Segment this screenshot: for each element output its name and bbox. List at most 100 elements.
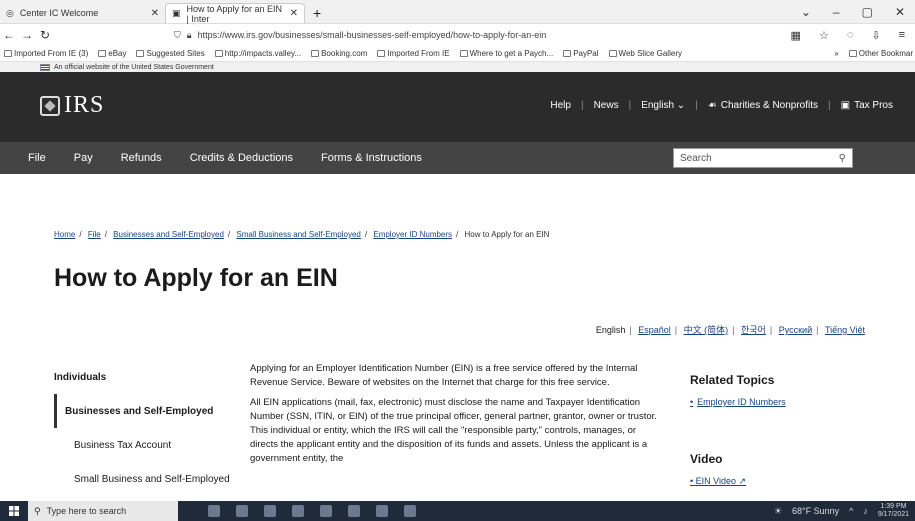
chevron-right-icon[interactable]: » bbox=[834, 49, 838, 58]
close-tab-icon[interactable]: ✕ bbox=[151, 8, 159, 19]
browser-tab[interactable]: ◎ Center IC Welcome ✕ bbox=[0, 3, 165, 23]
qr-icon[interactable]: ▦ bbox=[791, 29, 801, 42]
url-field[interactable]: ⛉ 🔒︎ https://www.irs.gov/businesses/smal… bbox=[174, 30, 791, 41]
sidenav-item-business-tax-account[interactable]: Business Tax Account bbox=[54, 428, 249, 462]
star-icon[interactable]: ☆ bbox=[819, 29, 829, 42]
close-window-icon[interactable]: ✕ bbox=[895, 5, 905, 19]
bookmark-item[interactable]: Other Bookmar bbox=[848, 49, 913, 58]
app-icon[interactable] bbox=[264, 505, 276, 517]
main-content: Applying for an Employer Identification … bbox=[250, 362, 660, 472]
related-link[interactable]: • Employer ID Numbers bbox=[690, 397, 890, 407]
nav-forms-instructions[interactable]: Forms & Instructions bbox=[321, 152, 422, 164]
window-controls: ⌄ – ▢ ✕ bbox=[801, 1, 915, 23]
sidenav-item-businesses[interactable]: Businesses and Self-Employed bbox=[54, 394, 249, 428]
side-nav: Individuals Businesses and Self-Employed… bbox=[54, 360, 249, 496]
folder-icon bbox=[848, 50, 857, 57]
page-title: How to Apply for an EIN bbox=[54, 264, 338, 292]
paypal-icon bbox=[563, 50, 572, 57]
language-dropdown[interactable]: English ⌄ bbox=[641, 100, 685, 111]
globe-icon bbox=[214, 50, 223, 57]
minimize-icon[interactable]: – bbox=[833, 5, 840, 19]
bookmark-item[interactable]: Imported From IE (3) bbox=[4, 49, 88, 58]
bookmark-item[interactable]: http://impacts.valley... bbox=[214, 49, 301, 58]
nav-refunds[interactable]: Refunds bbox=[121, 152, 162, 164]
tab-label: How to Apply for an EIN | Inter bbox=[186, 3, 283, 24]
tab-list-icon[interactable]: ⌄ bbox=[801, 5, 811, 19]
bookmark-item[interactable]: Imported From IE bbox=[377, 49, 450, 58]
lang-chinese[interactable]: 中文 (简体) bbox=[684, 325, 729, 335]
bookmark-item[interactable]: PayPal bbox=[563, 49, 599, 58]
maximize-icon[interactable]: ▢ bbox=[862, 5, 873, 19]
system-tray: ☀ 68°F Sunny ^ ♪ 1:39 PM 9/17/2021 bbox=[774, 503, 915, 519]
bookmarks-overflow: » Other Bookmar bbox=[834, 49, 915, 58]
taskbar-search[interactable]: ⚲ Type here to search bbox=[28, 501, 178, 521]
lang-spanish[interactable]: Español bbox=[638, 325, 671, 335]
search-icon: ⚲ bbox=[34, 505, 41, 516]
windows-taskbar: ⚲ Type here to search ☀ 68°F Sunny ^ ♪ 1… bbox=[0, 501, 915, 521]
menu-icon[interactable]: ≡ bbox=[899, 29, 905, 42]
app-icon[interactable] bbox=[236, 505, 248, 517]
search-placeholder: Search bbox=[680, 152, 712, 164]
bookmark-icon bbox=[459, 50, 468, 57]
nav-pay[interactable]: Pay bbox=[74, 152, 93, 164]
breadcrumb-employer-id[interactable]: Employer ID Numbers bbox=[373, 230, 452, 239]
bookmark-item[interactable]: Booking.com bbox=[311, 49, 367, 58]
browser-tab-active[interactable]: ▣ How to Apply for an EIN | Inter ✕ bbox=[165, 3, 305, 24]
folder-icon bbox=[608, 50, 617, 57]
volume-icon[interactable]: ♪ bbox=[863, 506, 868, 516]
app-icon[interactable] bbox=[292, 505, 304, 517]
search-icon[interactable]: ⚲ bbox=[839, 153, 846, 164]
clock[interactable]: 1:39 PM 9/17/2021 bbox=[878, 503, 909, 519]
charities-link[interactable]: ☙ Charities & Nonprofits bbox=[708, 100, 818, 111]
utility-links: Help | News | English ⌄ | ☙ Charities & N… bbox=[550, 100, 893, 111]
chrome-icon[interactable] bbox=[376, 505, 388, 517]
search-input[interactable]: Search ⚲ bbox=[673, 148, 853, 168]
forward-icon[interactable]: → bbox=[18, 28, 36, 42]
suggested-icon bbox=[136, 50, 145, 57]
breadcrumb-file[interactable]: File bbox=[88, 230, 101, 239]
chevron-up-icon[interactable]: ^ bbox=[849, 506, 853, 516]
nav-file[interactable]: File bbox=[28, 152, 46, 164]
breadcrumb-separator: / bbox=[79, 230, 82, 239]
bookmark-item[interactable]: Suggested Sites bbox=[136, 49, 205, 58]
bookmarks-bar: Imported From IE (3) eBay Suggested Site… bbox=[0, 46, 915, 62]
video-link[interactable]: • EIN Video ↗ bbox=[690, 476, 890, 487]
browser-tab-bar: ◎ Center IC Welcome ✕ ▣ How to Apply for… bbox=[0, 0, 915, 24]
breadcrumb-small-business[interactable]: Small Business and Self-Employed bbox=[236, 230, 361, 239]
divider: | bbox=[732, 325, 735, 335]
help-link[interactable]: Help bbox=[550, 100, 571, 111]
lang-russian[interactable]: Pусский bbox=[779, 325, 812, 335]
downloads-icon[interactable]: ⇩ bbox=[871, 29, 880, 42]
pocket-icon[interactable]: ◌ bbox=[847, 29, 854, 42]
start-button[interactable] bbox=[0, 501, 28, 521]
weather-text[interactable]: 68°F Sunny bbox=[792, 506, 839, 516]
reload-icon[interactable]: ↻ bbox=[36, 28, 54, 42]
tax-pros-link[interactable]: ▣ Tax Pros bbox=[841, 100, 893, 111]
bookmark-item[interactable]: Web Slice Gallery bbox=[608, 49, 682, 58]
bookmark-item[interactable]: Where to get a Paych... bbox=[459, 49, 553, 58]
app-icon[interactable] bbox=[320, 505, 332, 517]
briefcase-icon: ▣ bbox=[840, 100, 851, 111]
nav-credits-deductions[interactable]: Credits & Deductions bbox=[190, 152, 293, 164]
breadcrumb-home[interactable]: Home bbox=[54, 230, 75, 239]
breadcrumb: Home / File / Businesses and Self-Employed… bbox=[54, 230, 549, 239]
breadcrumb-businesses[interactable]: Businesses and Self-Employed bbox=[113, 230, 224, 239]
lock-icon: 🔒︎ bbox=[186, 29, 192, 40]
firefox-icon[interactable] bbox=[404, 505, 416, 517]
ebay-icon bbox=[98, 50, 107, 57]
new-tab-button[interactable]: + bbox=[305, 3, 329, 23]
irs-logo[interactable]: IRS bbox=[40, 92, 104, 119]
divider: | bbox=[816, 325, 819, 335]
bookmark-item[interactable]: eBay bbox=[98, 49, 126, 58]
app-icon[interactable] bbox=[348, 505, 360, 517]
lang-korean[interactable]: 한국어 bbox=[741, 325, 766, 335]
breadcrumb-separator: / bbox=[104, 230, 107, 239]
news-link[interactable]: News bbox=[594, 100, 619, 111]
close-tab-icon[interactable]: ✕ bbox=[290, 8, 298, 19]
sidenav-item-individuals[interactable]: Individuals bbox=[54, 360, 249, 394]
task-view-icon[interactable] bbox=[208, 505, 220, 517]
folder-icon bbox=[377, 50, 386, 57]
back-icon[interactable]: ← bbox=[0, 28, 18, 42]
sidenav-item-small-business[interactable]: Small Business and Self-Employed bbox=[54, 462, 249, 496]
lang-vietnamese[interactable]: Tiếng Việt bbox=[825, 325, 865, 335]
